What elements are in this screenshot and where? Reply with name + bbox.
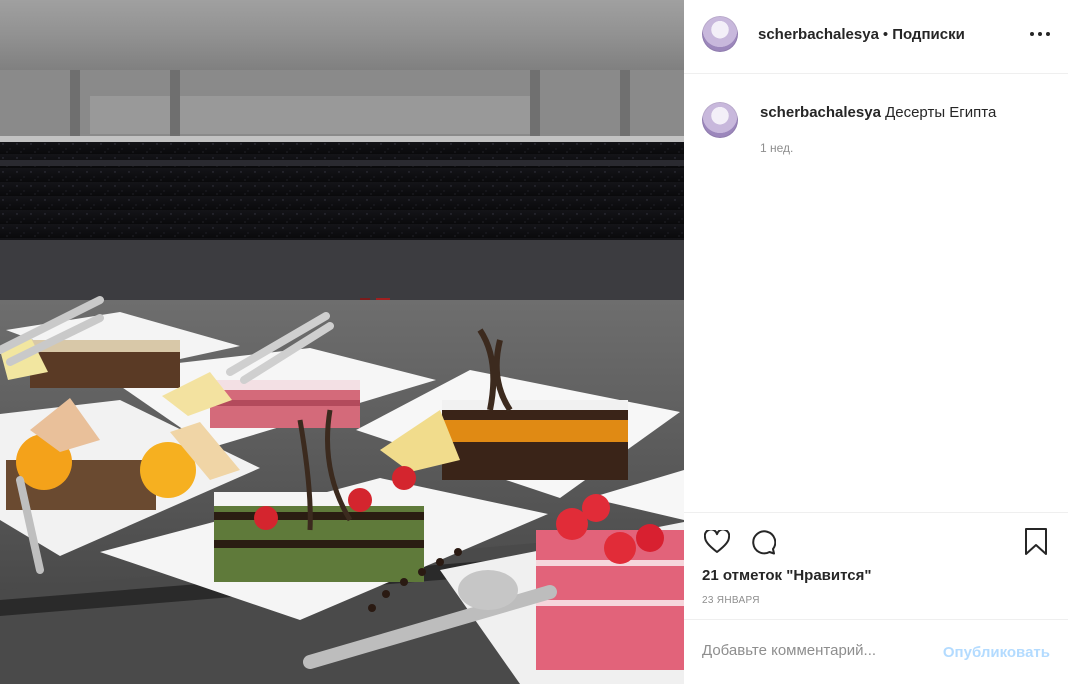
post-header: scherbachalesya • Подписки	[684, 0, 1068, 74]
heart-icon[interactable]	[701, 526, 733, 558]
comment-form: Опубликовать	[684, 619, 1068, 684]
more-options-icon[interactable]	[1030, 24, 1050, 44]
author-avatar[interactable]	[702, 16, 738, 52]
post-actions: 21 отметок "Нравится" 23 ЯНВАРЯ	[684, 512, 1068, 619]
caption-text: Десерты Египта	[885, 104, 997, 121]
post-photo[interactable]	[0, 0, 684, 684]
likes-count[interactable]: 21 отметок "Нравится"	[702, 567, 871, 584]
caption-line: scherbachalesya Десерты Египта	[760, 104, 996, 122]
publish-button[interactable]: Опубликовать	[943, 644, 1050, 661]
caption-author-avatar[interactable]	[702, 102, 738, 138]
post-date[interactable]: 23 ЯНВАРЯ	[702, 595, 760, 606]
comment-input[interactable]	[702, 642, 922, 659]
dessert-buffet-photo	[0, 0, 684, 684]
following-button[interactable]: Подписки	[892, 26, 965, 43]
comment-bubble-icon[interactable]	[747, 526, 779, 558]
caption-timestamp[interactable]: 1 нед.	[760, 141, 793, 155]
header-author-line: scherbachalesya • Подписки	[758, 26, 965, 44]
post-details-panel: scherbachalesya • Подписки scherbachalesya…	[684, 0, 1068, 684]
bookmark-icon[interactable]	[1020, 526, 1052, 558]
separator-dot: •	[882, 26, 889, 43]
author-username[interactable]: scherbachalesya	[758, 26, 879, 43]
caption-author-username[interactable]: scherbachalesya	[760, 104, 881, 121]
